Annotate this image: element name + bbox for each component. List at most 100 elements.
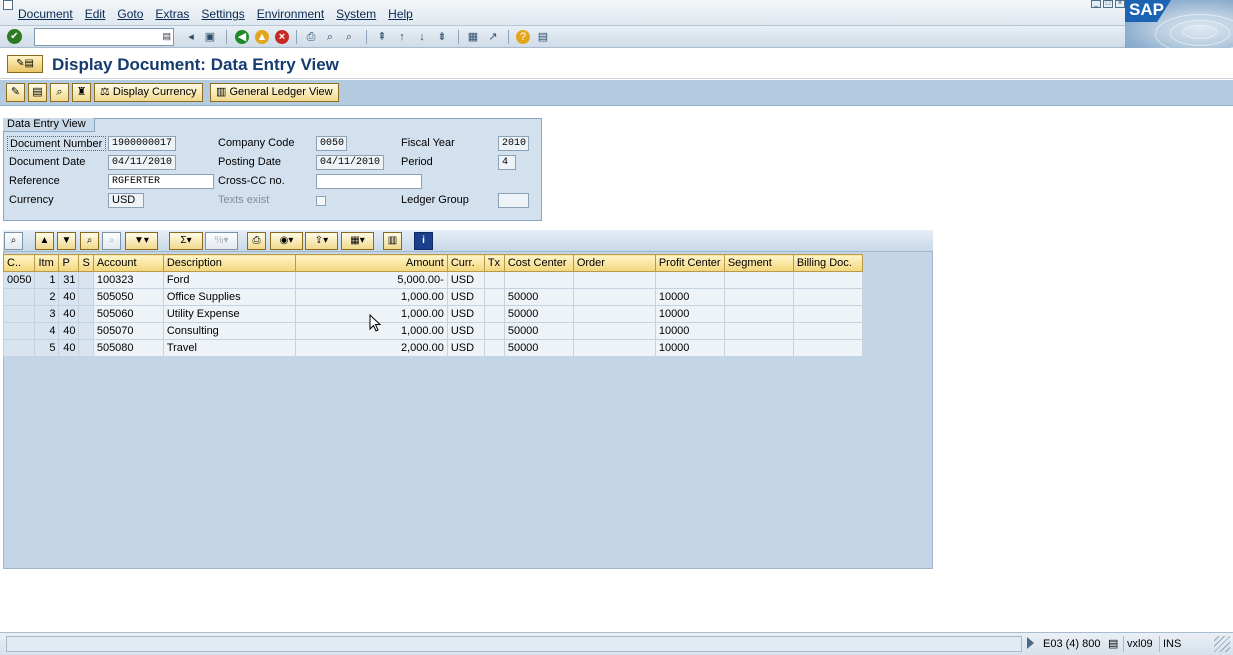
table-row[interactable]: 0050 1 31 100323 Ford 5,000.00- USD [2, 271, 863, 289]
texts-exist-checkbox[interactable] [316, 196, 326, 206]
table-cell[interactable] [792, 271, 863, 289]
find-icon[interactable]: ⌕ [322, 29, 338, 45]
table-cell[interactable]: 5 [34, 339, 60, 357]
menu-system[interactable]: System [336, 7, 376, 21]
total-icon[interactable]: Σ▾ [169, 232, 203, 250]
customize-layout-icon[interactable]: ▤ [535, 29, 551, 45]
column-header[interactable]: Tx [483, 254, 505, 272]
cancel-icon[interactable]: × [275, 30, 289, 44]
layout-icon[interactable]: ▦▾ [341, 232, 374, 250]
table-cell[interactable]: USD [446, 288, 485, 306]
currency-field[interactable]: USD [108, 193, 144, 208]
column-header[interactable]: P [58, 254, 80, 272]
table-cell[interactable]: 505070 [92, 322, 164, 340]
column-header[interactable]: Order [572, 254, 656, 272]
table-cell[interactable]: 505080 [92, 339, 164, 357]
select-icon[interactable]: ⌕ [50, 83, 69, 102]
back-icon[interactable]: ◀ [235, 30, 249, 44]
table-cell[interactable] [78, 322, 94, 340]
table-cell[interactable] [723, 288, 794, 306]
table-cell[interactable] [2, 305, 36, 323]
history-dropdown-icon[interactable]: ▤ [162, 31, 171, 42]
table-cell[interactable]: 0050 [2, 271, 36, 289]
table-cell[interactable] [483, 288, 505, 306]
menu-edit[interactable]: Edit [85, 7, 106, 21]
sort-descending-icon[interactable]: ▼ [57, 232, 76, 250]
table-row[interactable]: 4 40 505070 Consulting 1,000.00 USD 5000… [2, 322, 863, 340]
table-cell[interactable]: Travel [162, 339, 296, 357]
table-cell[interactable]: 2,000.00 [294, 339, 448, 357]
close-window-icon[interactable]: × [1115, 0, 1125, 8]
table-cell[interactable] [572, 339, 656, 357]
table-cell[interactable]: 50000 [503, 322, 574, 340]
display-currency-button[interactable]: ⚖ Display Currency [94, 83, 203, 102]
table-cell[interactable] [723, 305, 794, 323]
table-cell[interactable]: 10000 [654, 305, 725, 323]
fiscal-year-field[interactable]: 2010 [498, 136, 529, 151]
table-cell[interactable] [572, 288, 656, 306]
tax-icon[interactable]: ♜ [72, 83, 91, 102]
column-header[interactable]: Itm [34, 254, 60, 272]
cross-cc-field[interactable] [316, 174, 422, 189]
table-cell[interactable]: 4 [34, 322, 60, 340]
table-cell[interactable] [2, 288, 36, 306]
table-cell[interactable] [723, 339, 794, 357]
table-cell[interactable]: 50000 [503, 288, 574, 306]
table-cell[interactable]: 10000 [654, 339, 725, 357]
document-overview-icon[interactable]: ▤ [28, 83, 47, 102]
document-date-field[interactable]: 04/11/2010 [108, 155, 176, 170]
table-cell[interactable]: 10000 [654, 288, 725, 306]
table-cell[interactable] [654, 271, 725, 289]
table-cell[interactable]: Office Supplies [162, 288, 296, 306]
table-cell[interactable]: USD [446, 271, 485, 289]
table-cell[interactable]: 1,000.00 [294, 288, 448, 306]
next-page-icon[interactable]: ↓ [414, 29, 430, 45]
table-cell[interactable] [2, 322, 36, 340]
column-header[interactable]: Curr. [446, 254, 485, 272]
column-header[interactable]: Description [162, 254, 296, 272]
status-expand-icon[interactable] [1027, 637, 1034, 649]
table-cell[interactable]: 40 [58, 288, 80, 306]
table-cell[interactable] [572, 271, 656, 289]
table-cell[interactable]: 505050 [92, 288, 164, 306]
column-header[interactable]: Account [92, 254, 164, 272]
table-cell[interactable]: 40 [58, 305, 80, 323]
sort-ascending-icon[interactable]: ▲ [35, 232, 54, 250]
table-cell[interactable]: USD [446, 322, 485, 340]
document-number-field[interactable]: 1900000017 [108, 136, 176, 151]
table-row[interactable]: 3 40 505060 Utility Expense 1,000.00 USD… [2, 305, 863, 323]
table-cell[interactable]: Ford [162, 271, 296, 289]
column-header[interactable]: Billing Doc. [792, 254, 863, 272]
table-cell[interactable] [723, 322, 794, 340]
column-header[interactable]: S [78, 254, 94, 272]
grid-find-icon[interactable]: ⌕ [80, 232, 99, 250]
menu-settings[interactable]: Settings [201, 7, 244, 21]
exit-icon[interactable]: ▲ [255, 30, 269, 44]
menu-document[interactable]: Document [18, 7, 73, 21]
menu-help[interactable]: Help [388, 7, 413, 21]
column-header[interactable]: C.. [2, 254, 36, 272]
table-cell[interactable] [572, 305, 656, 323]
maximize-icon[interactable]: □ [1103, 0, 1113, 8]
table-cell[interactable]: Consulting [162, 322, 296, 340]
help-icon[interactable]: ? [516, 30, 530, 44]
table-cell[interactable] [723, 271, 794, 289]
enter-check-icon[interactable]: ✔ [7, 29, 22, 44]
table-cell[interactable]: 100323 [92, 271, 164, 289]
table-cell[interactable] [2, 339, 36, 357]
table-cell[interactable]: 40 [58, 339, 80, 357]
general-ledger-view-button[interactable]: ▥ General Ledger View [210, 83, 339, 102]
table-cell[interactable] [792, 305, 863, 323]
table-cell[interactable]: 31 [58, 271, 80, 289]
save-icon[interactable]: ▣ [202, 29, 218, 45]
column-header[interactable]: Amount [294, 254, 448, 272]
last-page-icon[interactable]: ⇟ [434, 29, 450, 45]
views-icon[interactable]: ◉▾ [270, 232, 303, 250]
resize-grip-icon[interactable] [1214, 636, 1230, 652]
edit-icon[interactable]: ✎ [6, 83, 25, 102]
column-header[interactable]: Segment [723, 254, 794, 272]
table-cell[interactable] [792, 339, 863, 357]
table-cell[interactable] [483, 305, 505, 323]
column-header[interactable]: Profit Center [654, 254, 725, 272]
menu-extras[interactable]: Extras [155, 7, 189, 21]
